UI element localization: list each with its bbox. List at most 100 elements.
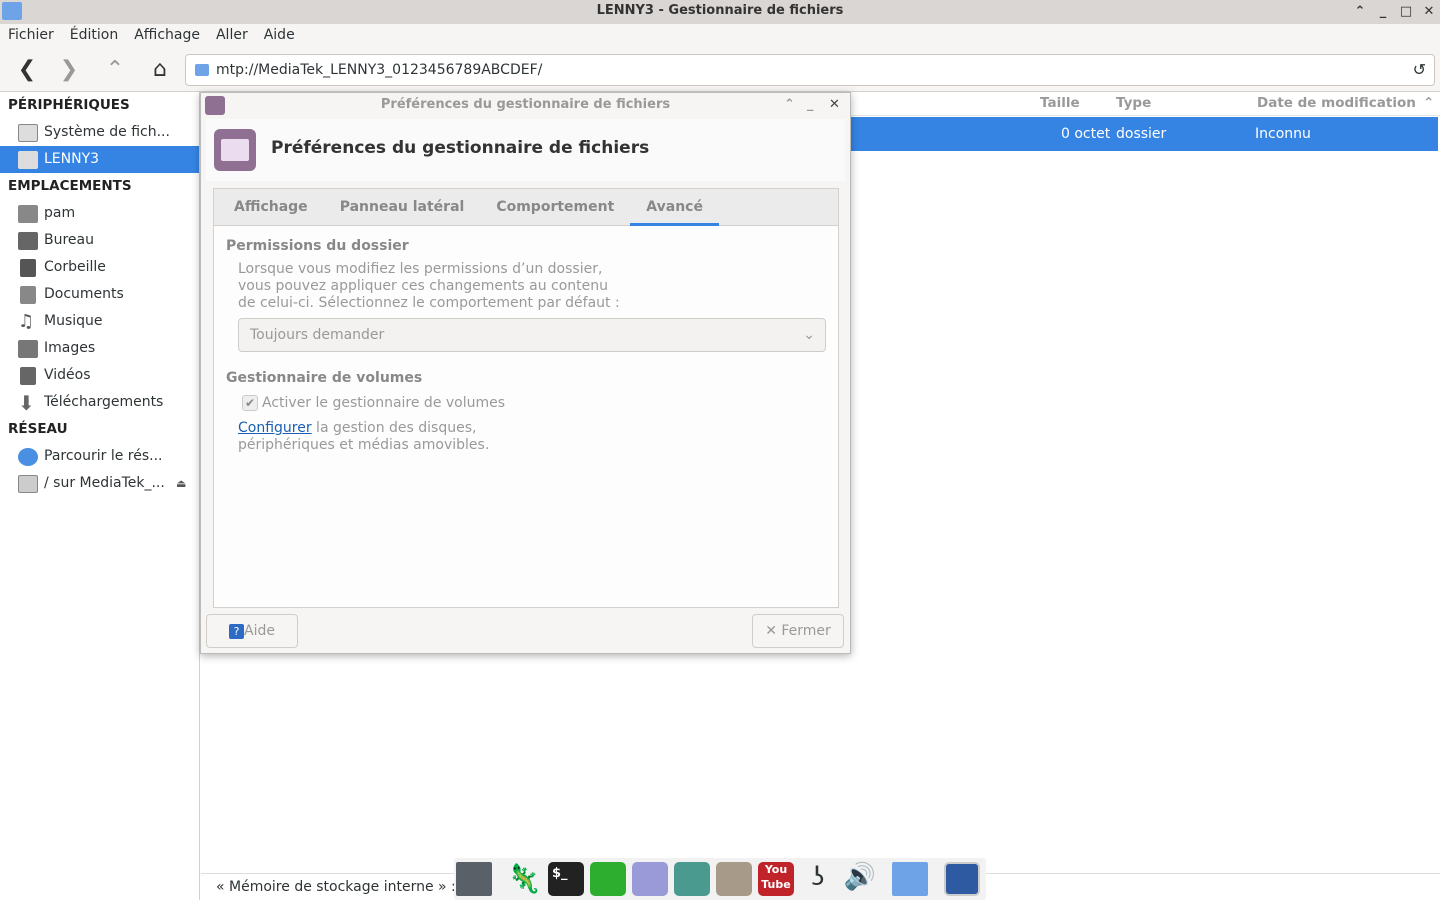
home-icon [18,205,38,223]
help-button[interactable]: ? Aide [206,614,298,648]
configure-text: Configurer la gestion des disques, périph… [238,420,490,453]
sidebar-item-pam[interactable]: pam [0,200,199,227]
forward-icon[interactable]: ❯ [54,56,84,84]
sidebar-item-label: pam [44,205,76,221]
sidebar-item-label: Bureau [44,232,94,248]
shade-button[interactable]: ⌃ [1350,2,1370,22]
tab-avance[interactable]: Avancé [630,189,719,226]
sidebar-item-corbeille[interactable]: Corbeille [0,254,199,281]
sidebar-item-musique[interactable]: ♫ Musique [0,308,199,335]
volumes-checkbox[interactable]: ✔ [242,395,258,411]
volumes-title: Gestionnaire de volumes [226,370,423,386]
preferences-notebook: Affichage Panneau latéral Comportement A… [213,188,839,608]
back-icon[interactable]: ❮ [12,56,42,84]
dock: 🦎 $_ You Tube ʖ 🔊 [454,858,986,900]
sidebar-item-images[interactable]: Images [0,335,199,362]
cell-size: 0 octet [1061,126,1111,142]
folder-icon [2,2,22,20]
sidebar-item-documents[interactable]: Documents [0,281,199,308]
tab-comportement[interactable]: Comportement [480,189,630,226]
menu-bar: Fichier Édition Affichage Aller Aide [0,24,1440,48]
dialog-header: Préférences du gestionnaire de fichiers [206,119,845,181]
menu-aide[interactable]: Aide [256,24,303,48]
column-date[interactable]: Date de modification [1257,95,1416,111]
network-header: RÉSEAU [8,421,68,437]
menu-edition[interactable]: Édition [62,24,126,48]
volume-icon[interactable]: 🔊 [842,862,878,896]
chameleon-icon[interactable]: 🦎 [506,862,542,896]
folder-icon [195,64,209,76]
preferences-dialog: Préférences du gestionnaire de fichiers … [200,92,851,654]
parent-folder-icon[interactable]: ⌃ [100,56,130,84]
minimize-button[interactable]: _ [1373,2,1393,22]
sidebar-item-label: Corbeille [44,259,106,275]
sidebar-item-videos[interactable]: Vidéos [0,362,199,389]
permissions-select-value: Toujours demander [250,327,385,343]
sidebar-item-label: Téléchargements [44,394,164,410]
sidebar-item-mediatek[interactable]: / sur MediaTek_... ⏏ [0,470,199,497]
sidebar-item-filesystem[interactable]: Système de fich... [0,119,199,146]
eject-icon[interactable]: ⏏ [176,470,186,497]
shade-button[interactable]: ⌃ [784,93,795,117]
download-icon: ⬇ [18,391,35,415]
tab-bar: Affichage Panneau latéral Comportement A… [214,189,838,226]
sidebar-item-label: Vidéos [44,367,91,383]
permissions-select[interactable]: Toujours demander ⌄ [238,318,826,352]
home-icon[interactable]: ⌂ [145,56,175,84]
sidebar-item-label: Images [44,340,96,356]
sidebar-item-lenny3[interactable]: LENNY3 [0,146,199,173]
maximize-button[interactable]: □ [1396,2,1416,22]
youtube-icon[interactable]: You Tube [758,862,794,896]
sidebar-item-label: / sur MediaTek_... [44,475,165,491]
location-text: mtp://MediaTek_LENNY3_0123456789ABCDEF/ [216,62,543,78]
menu-aller[interactable]: Aller [208,24,256,48]
sidebar-item-bureau[interactable]: Bureau [0,227,199,254]
help-icon: ? [229,623,245,639]
trash-icon [20,259,36,277]
folder-icon [205,96,225,115]
sidebar-item-label: Musique [44,313,103,329]
location-bar[interactable]: mtp://MediaTek_LENNY3_0123456789ABCDEF/ … [185,54,1435,86]
close-dialog-button[interactable]: ✕ Fermer [752,614,844,648]
dialog-title: Préférences du gestionnaire de fichiers [380,97,671,112]
configure-link[interactable]: Configurer [238,420,312,436]
screenshot-icon[interactable] [944,862,980,896]
reload-icon[interactable]: ↺ [1413,55,1426,85]
sidebar-item-label: Système de fich... [44,124,170,140]
dialog-heading: Préférences du gestionnaire de fichiers [271,138,650,158]
music-icon: ♫ [18,311,35,332]
terminal-icon[interactable]: $_ [548,862,584,896]
title-bar: LENNY3 - Gestionnaire de fichiers ⌃ _ □ … [0,0,1440,24]
file-manager-icon[interactable] [892,862,928,896]
web-browser-icon[interactable] [674,862,710,896]
sidebar-item-label: LENNY3 [44,151,100,167]
sort-ascending-icon: ⌃ [1423,95,1435,111]
phone-icon [18,151,38,169]
spreadsheet-icon[interactable] [590,862,626,896]
tab-panneau-lateral[interactable]: Panneau latéral [324,189,481,226]
sidebar-item-label: Parcourir le rés... [44,448,163,464]
desktop-icon [18,232,38,250]
minimize-button[interactable]: _ [807,93,814,117]
gimp-icon[interactable] [716,862,752,896]
preferences-folder-icon [214,129,256,171]
sidebar-item-telechargements[interactable]: ⬇ Téléchargements [0,389,199,416]
tab-affichage[interactable]: Affichage [218,189,324,226]
audio-plug-icon[interactable]: ʖ [800,862,836,896]
sidebar-item-network[interactable]: Parcourir le rés... [0,443,199,470]
terminal-window-icon[interactable] [456,862,492,896]
drive-icon [18,124,38,142]
menu-affichage[interactable]: Affichage [126,24,208,48]
text-editor-icon[interactable] [632,862,668,896]
cell-type: dossier [1116,126,1167,142]
menu-fichier[interactable]: Fichier [0,24,62,48]
document-icon [20,286,36,304]
places-header: EMPLACEMENTS [8,178,132,194]
chevron-down-icon: ⌄ [803,327,815,343]
column-type[interactable]: Type [1116,95,1151,111]
close-button[interactable]: ✕ [1419,2,1439,22]
column-size[interactable]: Taille [1040,95,1080,111]
film-icon [20,367,36,385]
dialog-titlebar: Préférences du gestionnaire de fichiers … [201,93,850,119]
close-button[interactable]: ✕ [829,93,840,117]
